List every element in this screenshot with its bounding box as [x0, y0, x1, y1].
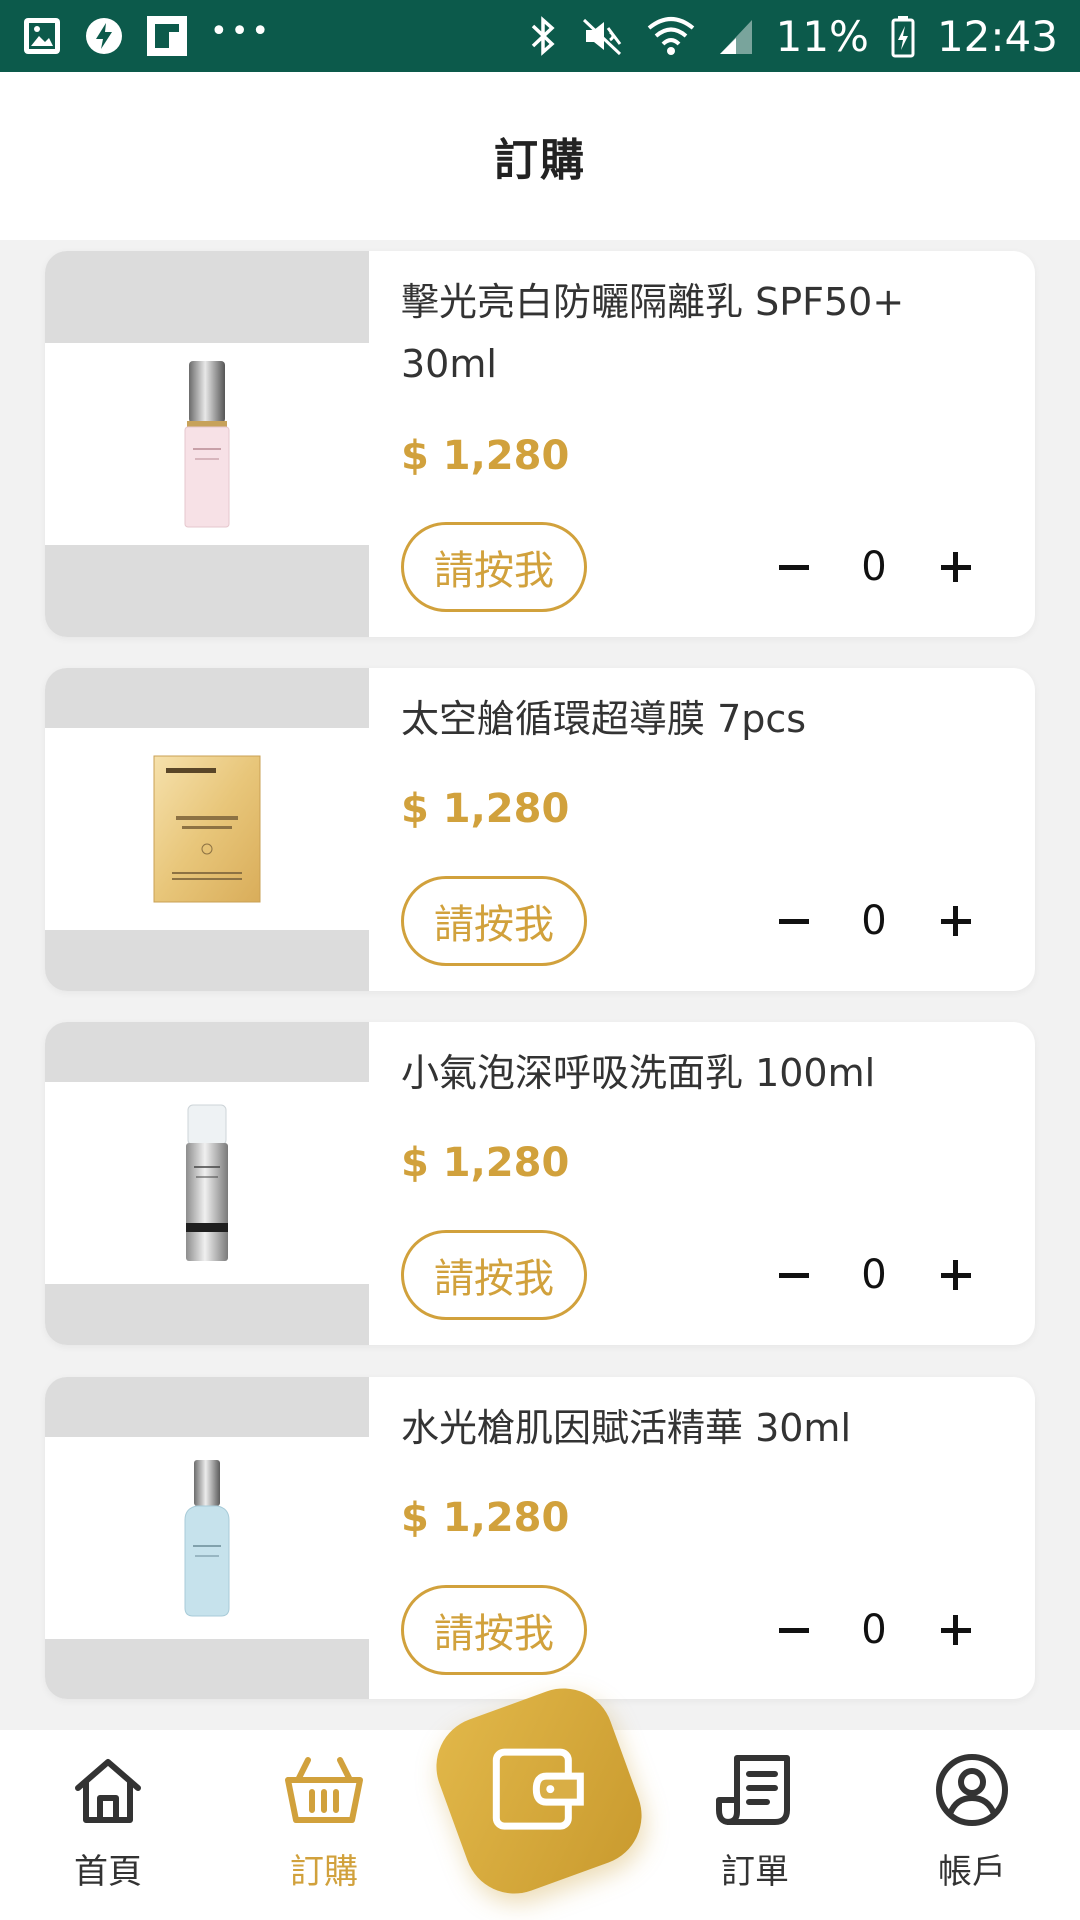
gold-mask-sachet-icon — [153, 755, 261, 903]
nav-label-order: 訂購 — [290, 1852, 358, 1892]
nav-label-account: 帳戶 — [938, 1852, 1006, 1892]
nav-item-order[interactable]: 訂購 — [254, 1752, 394, 1893]
product-card[interactable]: 水光槍肌因賦活精華 30ml $ 1,280 請按我 0 — [45, 1377, 1035, 1699]
product-image-area — [45, 1022, 369, 1345]
nav-item-orders[interactable]: 訂單 — [685, 1752, 825, 1893]
user-icon — [934, 1752, 1010, 1832]
gallery-icon — [22, 16, 62, 56]
status-bar: ••• 11% 12:43 — [0, 0, 1080, 72]
quantity-value: 0 — [861, 1607, 887, 1653]
details-button[interactable]: 請按我 — [401, 1585, 587, 1675]
clock: 12:43 — [936, 11, 1058, 61]
minus-button[interactable] — [765, 1247, 821, 1303]
product-name: 太空艙循環超導膜 7pcs — [401, 697, 807, 741]
product-name: 小氣泡深呼吸洗面乳 100ml — [401, 1051, 876, 1095]
product-name: 水光槍肌因賦活精華 30ml — [401, 1406, 852, 1450]
nav-label-orders: 訂單 — [721, 1852, 789, 1892]
product-info: 太空艙循環超導膜 7pcs $ 1,280 請按我 0 — [369, 668, 1035, 991]
product-image-area — [45, 251, 369, 637]
product-name: 擊光亮白防曬隔離乳 SPF50+ 30ml — [401, 280, 905, 386]
minus-button[interactable] — [765, 893, 821, 949]
flash-icon — [84, 16, 124, 56]
details-button[interactable]: 請按我 — [401, 1230, 587, 1320]
plus-button[interactable] — [927, 893, 983, 949]
product-image — [45, 343, 369, 545]
home-icon — [70, 1752, 146, 1832]
wifi-icon — [646, 14, 696, 58]
nav-label-home: 首頁 — [74, 1852, 142, 1892]
flipboard-icon — [146, 15, 188, 57]
product-info: 水光槍肌因賦活精華 30ml $ 1,280 請按我 0 — [369, 1377, 1035, 1699]
product-image — [45, 1082, 369, 1284]
minus-button[interactable] — [765, 1602, 821, 1658]
product-price: $ 1,280 — [401, 786, 570, 832]
silver-pump-bottle-icon — [186, 1104, 228, 1261]
product-card[interactable]: 太空艙循環超導膜 7pcs $ 1,280 請按我 0 — [45, 668, 1035, 991]
quantity-value: 0 — [861, 1252, 887, 1298]
basket-icon — [284, 1752, 364, 1832]
product-image — [45, 1437, 369, 1639]
battery-percent: 11% — [775, 11, 869, 61]
product-list[interactable]: 擊光亮白防曬隔離乳 SPF50+ 30ml $ 1,280 請按我 0 太空艙循… — [0, 240, 1080, 1730]
nav-item-home[interactable]: 首頁 — [38, 1752, 178, 1893]
product-price: $ 1,280 — [401, 1140, 570, 1186]
signal-icon — [718, 16, 754, 56]
plus-button[interactable] — [927, 1247, 983, 1303]
quantity-value: 0 — [861, 544, 887, 590]
product-card[interactable]: 小氣泡深呼吸洗面乳 100ml $ 1,280 請按我 0 — [45, 1022, 1035, 1345]
status-left: ••• — [22, 15, 272, 57]
quantity-value: 0 — [861, 898, 887, 944]
product-price: $ 1,280 — [401, 433, 570, 479]
mute-icon — [580, 14, 624, 58]
product-image — [45, 728, 369, 930]
quantity-stepper: 0 — [765, 893, 983, 949]
details-button[interactable]: 請按我 — [401, 876, 587, 966]
status-right: 11% 12:43 — [528, 12, 1058, 61]
page-title: 訂購 — [494, 135, 586, 186]
blue-serum-bottle-icon — [184, 1460, 230, 1617]
battery-icon — [891, 14, 915, 58]
bluetooth-icon — [528, 14, 558, 58]
details-button[interactable]: 請按我 — [401, 522, 587, 612]
product-image-area — [45, 668, 369, 991]
product-info: 小氣泡深呼吸洗面乳 100ml $ 1,280 請按我 0 — [369, 1022, 1035, 1345]
pink-serum-bottle-icon — [184, 361, 230, 528]
nav-item-account[interactable]: 帳戶 — [902, 1752, 1042, 1893]
product-price: $ 1,280 — [401, 1495, 570, 1541]
product-image-area — [45, 1377, 369, 1699]
quantity-stepper: 0 — [765, 1247, 983, 1303]
product-info: 擊光亮白防曬隔離乳 SPF50+ 30ml $ 1,280 請按我 0 — [369, 251, 1035, 637]
quantity-stepper: 0 — [765, 539, 983, 595]
quantity-stepper: 0 — [765, 1602, 983, 1658]
plus-button[interactable] — [927, 539, 983, 595]
app-header: 訂購 — [0, 72, 1080, 240]
wallet-icon — [479, 1732, 600, 1849]
product-card[interactable]: 擊光亮白防曬隔離乳 SPF50+ 30ml $ 1,280 請按我 0 — [45, 251, 1035, 637]
receipt-icon — [715, 1752, 795, 1832]
more-notifications-icon: ••• — [210, 14, 273, 49]
plus-button[interactable] — [927, 1602, 983, 1658]
minus-button[interactable] — [765, 539, 821, 595]
